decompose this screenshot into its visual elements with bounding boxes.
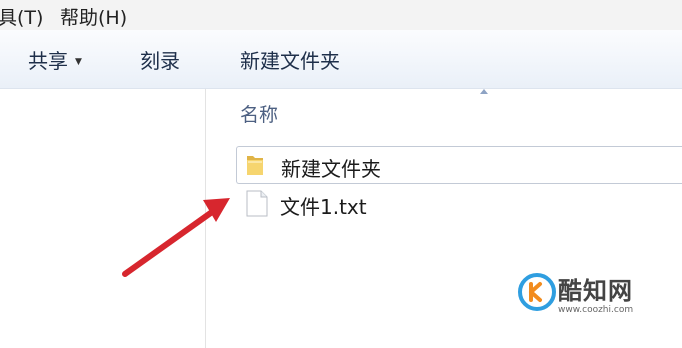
watermark-name: 酷知网 <box>558 277 633 305</box>
watermark: 酷知网 www.coozhi.com <box>508 261 660 323</box>
watermark-url: www.coozhi.com <box>558 305 634 315</box>
coozhi-logo-icon <box>518 273 556 311</box>
